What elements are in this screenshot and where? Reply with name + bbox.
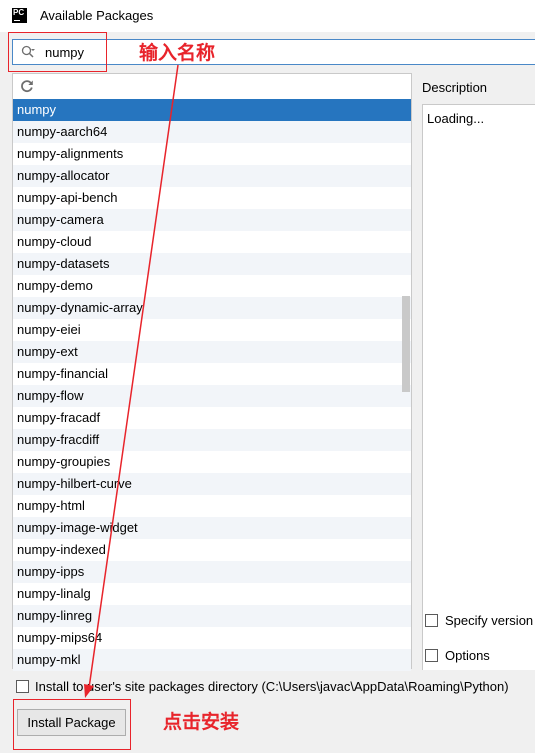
app-icon-bar	[14, 20, 20, 21]
package-list-item[interactable]: numpy-hilbert-curve	[13, 473, 411, 495]
description-label: Description	[422, 80, 488, 95]
package-list-item[interactable]: numpy-dynamic-array	[13, 297, 411, 319]
install-to-user-label[interactable]: Install to user's site packages director…	[35, 679, 509, 694]
package-list-item[interactable]: numpy-flow	[13, 385, 411, 407]
package-list-item[interactable]: numpy-ext	[13, 341, 411, 363]
package-list-item[interactable]: numpy-html	[13, 495, 411, 517]
refresh-icon[interactable]	[19, 78, 35, 94]
package-list-item[interactable]: numpy-camera	[13, 209, 411, 231]
package-list-item[interactable]: numpy-image-widget	[13, 517, 411, 539]
options-checkbox[interactable]	[425, 649, 438, 662]
package-list-item[interactable]: numpy-datasets	[13, 253, 411, 275]
app-icon-text: PC	[13, 8, 25, 17]
package-list-item[interactable]: numpy-demo	[13, 275, 411, 297]
package-list-item[interactable]: numpy-mips64	[13, 627, 411, 649]
package-list-item[interactable]: numpy-cloud	[13, 231, 411, 253]
description-panel: Description Loading...	[421, 73, 535, 670]
package-list-item[interactable]: numpy-fracdiff	[13, 429, 411, 451]
package-list-item[interactable]: numpy-mkl	[13, 649, 411, 671]
package-list-item-selected[interactable]: numpy	[13, 99, 411, 121]
window-title: Available Packages	[40, 8, 154, 23]
search-highlight-box	[8, 32, 107, 72]
specify-version-label[interactable]: Specify version	[445, 613, 533, 628]
pycharm-app-icon: PC	[12, 8, 27, 23]
description-status: Loading...	[427, 111, 485, 126]
package-list-item[interactable]: numpy-api-bench	[13, 187, 411, 209]
package-list-item[interactable]: numpy-allocator	[13, 165, 411, 187]
install-highlight-box	[13, 699, 131, 750]
specify-version-checkbox[interactable]	[425, 614, 438, 627]
package-list-item[interactable]: numpy-linreg	[13, 605, 411, 627]
package-list-item[interactable]: numpy-ipps	[13, 561, 411, 583]
package-list-panel: numpy numpy-aarch64 numpy-alignments numpy-…	[12, 73, 412, 671]
description-body: Loading...	[422, 104, 535, 670]
package-list: numpy numpy-aarch64 numpy-alignments numpy-…	[13, 99, 411, 671]
options-label[interactable]: Options	[445, 648, 490, 663]
install-to-user-checkbox[interactable]	[16, 680, 29, 693]
list-scrollbar-thumb[interactable]	[402, 296, 410, 392]
package-list-item[interactable]: numpy-aarch64	[13, 121, 411, 143]
list-toolbar	[13, 74, 411, 98]
package-list-item[interactable]: numpy-groupies	[13, 451, 411, 473]
package-list-item[interactable]: numpy-linalg	[13, 583, 411, 605]
package-list-item[interactable]: numpy-fracadf	[13, 407, 411, 429]
title-bar: PC Available Packages	[0, 0, 535, 32]
package-list-item[interactable]: numpy-financial	[13, 363, 411, 385]
package-list-item[interactable]: numpy-eiei	[13, 319, 411, 341]
annotation-enter-name: 输入名称	[139, 42, 216, 64]
annotation-click-install: 点击安装	[163, 711, 240, 733]
package-list-item[interactable]: numpy-alignments	[13, 143, 411, 165]
package-list-item[interactable]: numpy-indexed	[13, 539, 411, 561]
